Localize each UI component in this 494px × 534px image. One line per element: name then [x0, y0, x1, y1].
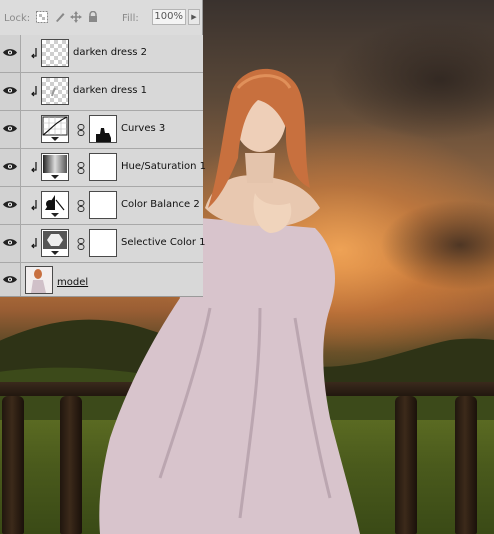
lock-brush-icon[interactable] [54, 11, 66, 23]
layer-name[interactable]: model [57, 277, 88, 288]
lock-label: Lock: [4, 13, 31, 24]
selective-color-adjustment-icon[interactable] [41, 229, 69, 257]
lock-fill-bar: Lock: Fill: 100% ▶ [0, 0, 202, 36]
eye-icon [3, 125, 17, 132]
visibility-toggle[interactable] [0, 225, 21, 262]
visibility-toggle[interactable] [0, 35, 21, 72]
visibility-toggle[interactable] [0, 73, 21, 110]
clipping-mask-icon [31, 48, 37, 59]
eye-icon [3, 49, 17, 56]
layer-name[interactable]: darken dress 1 [73, 85, 147, 96]
clipping-mask-icon [31, 86, 37, 97]
hue-saturation-adjustment-icon[interactable] [41, 153, 69, 181]
layer-mask-thumbnail[interactable] [89, 115, 117, 143]
eye-icon [3, 163, 17, 170]
baluster [395, 396, 417, 534]
link-chain-icon[interactable] [77, 162, 85, 174]
eye-icon [3, 239, 17, 246]
brush-stroke-preview [51, 87, 56, 97]
model-photo-preview [26, 267, 52, 293]
layers-panel: Lock: Fill: 100% ▶ darken dress 2 darken… [0, 0, 206, 297]
visibility-toggle[interactable] [0, 111, 21, 148]
baluster [2, 396, 24, 534]
layer-row[interactable]: Hue/Saturation 1 [0, 149, 206, 187]
lock-move-icon[interactable] [70, 11, 82, 23]
link-chain-icon[interactable] [77, 200, 85, 212]
layer-row[interactable]: Curves 3 [0, 111, 203, 149]
lock-all-icon[interactable] [87, 11, 99, 23]
color-balance-adjustment-icon[interactable] [41, 191, 69, 219]
fill-input[interactable]: 100% [152, 9, 186, 25]
clipping-mask-icon [31, 200, 37, 211]
mask-silhouette [96, 128, 111, 142]
eye-icon [3, 87, 17, 94]
baluster [60, 396, 82, 534]
layer-row[interactable]: Selective Color 1 [0, 225, 206, 263]
lock-transparent-icon[interactable] [36, 11, 48, 23]
link-chain-icon[interactable] [77, 124, 85, 136]
baluster [455, 396, 477, 534]
layer-name[interactable]: darken dress 2 [73, 47, 147, 58]
clipping-mask-icon [31, 238, 37, 249]
layer-mask-thumbnail[interactable] [89, 191, 117, 219]
layer-row[interactable]: darken dress 1 [0, 73, 203, 111]
visibility-toggle[interactable] [0, 149, 21, 186]
layer-row[interactable]: darken dress 2 [0, 35, 203, 73]
fill-label: Fill: [122, 13, 139, 24]
eye-icon [3, 201, 17, 208]
visibility-toggle[interactable] [0, 187, 21, 224]
curves-adjustment-icon[interactable] [41, 115, 69, 143]
layer-name[interactable]: Color Balance 2 [121, 199, 200, 210]
eye-icon [3, 276, 17, 283]
layer-name[interactable]: Curves 3 [121, 123, 165, 134]
fill-dropdown-arrow[interactable]: ▶ [188, 9, 200, 25]
layer-mask-thumbnail[interactable] [89, 229, 117, 257]
visibility-toggle[interactable] [0, 263, 21, 296]
layer-mask-thumbnail[interactable] [89, 153, 117, 181]
layer-thumbnail[interactable] [25, 266, 53, 294]
layer-row[interactable]: Color Balance 2 [0, 187, 203, 225]
link-chain-icon[interactable] [77, 238, 85, 250]
clipping-mask-icon [31, 162, 37, 173]
layer-row[interactable]: model [0, 263, 203, 296]
layer-name[interactable]: Hue/Saturation 1 [121, 161, 206, 172]
layer-thumbnail[interactable] [41, 39, 69, 67]
layer-name[interactable]: Selective Color 1 [121, 237, 206, 248]
layer-thumbnail[interactable] [41, 77, 69, 105]
